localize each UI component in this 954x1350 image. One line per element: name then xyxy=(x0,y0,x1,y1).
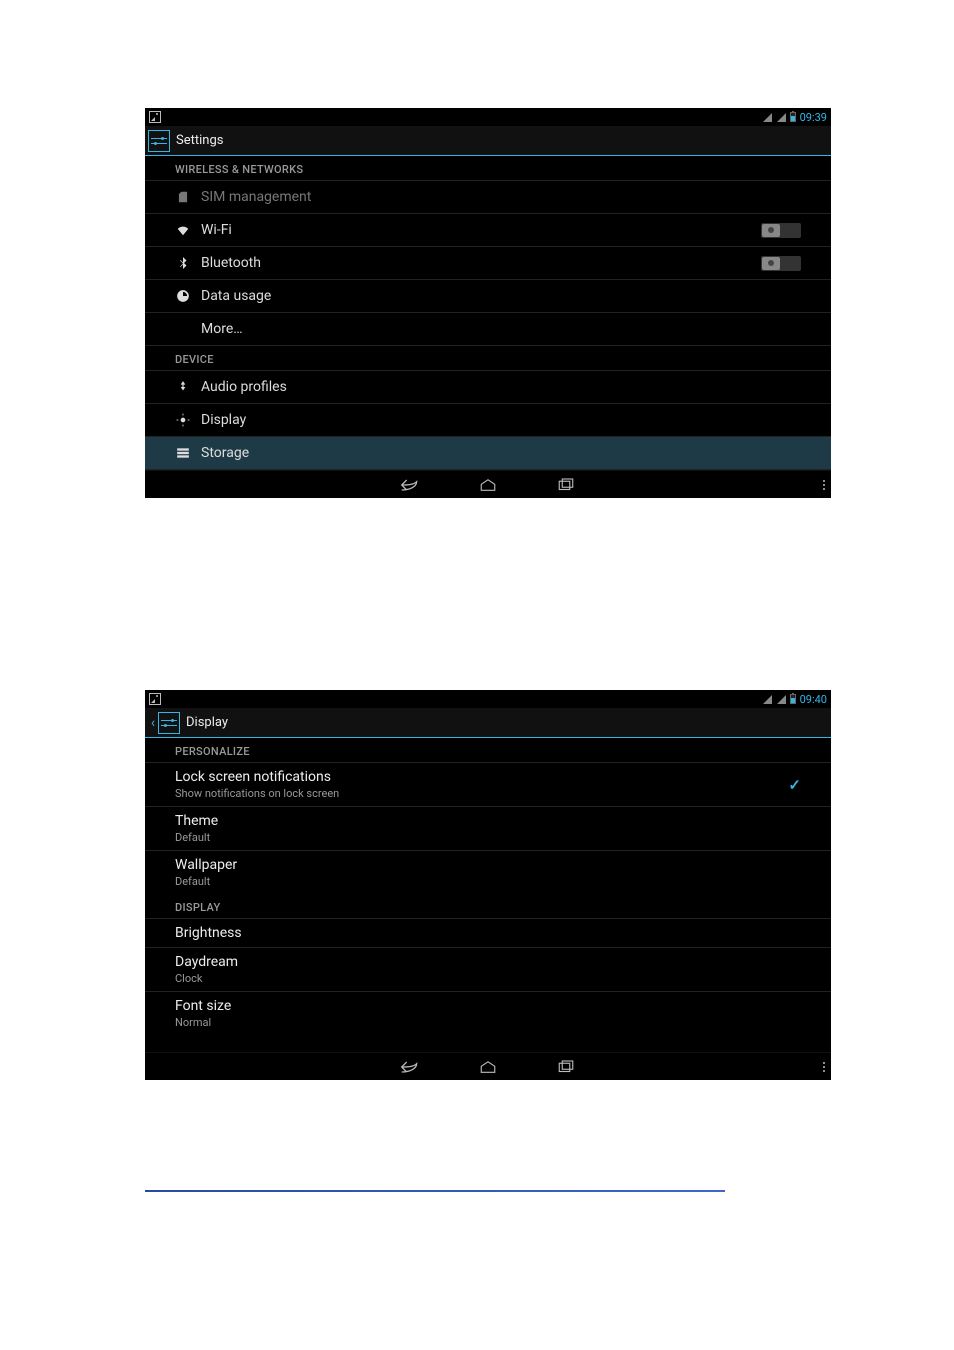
audio-icon xyxy=(175,379,191,395)
status-bar: 09:39 xyxy=(145,108,831,126)
signal-icon xyxy=(776,112,786,122)
home-button[interactable] xyxy=(477,477,499,493)
settings-screen: 09:39 Settings WIRELESS & NETWORKS SIM m… xyxy=(145,108,831,498)
signal-icon xyxy=(762,694,772,704)
home-button[interactable] xyxy=(477,1059,499,1075)
section-display: DISPLAY xyxy=(145,894,831,919)
row-more[interactable]: More… xyxy=(145,313,831,346)
storage-icon xyxy=(175,445,191,461)
display-icon xyxy=(175,412,191,428)
signal-icon xyxy=(776,694,786,704)
sim-icon xyxy=(175,189,191,205)
battery-icon xyxy=(790,694,796,704)
notification-icon xyxy=(149,111,161,123)
nav-bar xyxy=(145,1052,831,1080)
bluetooth-icon xyxy=(175,255,191,271)
row-brightness[interactable]: Brightness xyxy=(145,919,831,948)
row-audio-profiles[interactable]: Audio profiles xyxy=(145,371,831,404)
app-icon xyxy=(148,130,170,152)
app-icon xyxy=(158,712,180,734)
signal-icon xyxy=(762,112,772,122)
action-bar[interactable]: Settings xyxy=(145,126,831,156)
data-usage-icon xyxy=(175,288,191,304)
row-bluetooth[interactable]: Bluetooth xyxy=(145,247,831,280)
section-device: DEVICE xyxy=(145,346,831,371)
bluetooth-toggle[interactable] xyxy=(761,256,801,271)
wifi-toggle[interactable] xyxy=(761,223,801,238)
menu-button[interactable] xyxy=(823,480,825,490)
up-chevron-icon: ‹ xyxy=(148,715,158,731)
row-daydream[interactable]: Daydream Clock xyxy=(145,948,831,992)
recents-button[interactable] xyxy=(555,1059,577,1075)
status-clock: 09:39 xyxy=(800,111,827,124)
checkbox-checked-icon[interactable]: ✓ xyxy=(788,776,801,794)
row-sim-management[interactable]: SIM management xyxy=(145,181,831,214)
recents-button[interactable] xyxy=(555,477,577,493)
row-wifi[interactable]: Wi-Fi xyxy=(145,214,831,247)
display-screen: 09:40 ‹ Display PERSONALIZE Lock screen … xyxy=(145,690,831,1080)
back-button[interactable] xyxy=(399,477,421,493)
notification-icon xyxy=(149,693,161,705)
divider xyxy=(145,1190,725,1192)
row-lock-screen-notifications[interactable]: Lock screen notifications Show notificat… xyxy=(145,763,831,807)
action-bar[interactable]: ‹ Display xyxy=(145,708,831,738)
menu-button[interactable] xyxy=(823,1062,825,1072)
back-button[interactable] xyxy=(399,1059,421,1075)
row-font-size[interactable]: Font size Normal xyxy=(145,992,831,1035)
row-storage[interactable]: Storage xyxy=(145,437,831,470)
row-display[interactable]: Display xyxy=(145,404,831,437)
page-title: Settings xyxy=(176,133,223,148)
status-bar: 09:40 xyxy=(145,690,831,708)
section-wireless: WIRELESS & NETWORKS xyxy=(145,156,831,181)
section-personalize: PERSONALIZE xyxy=(145,738,831,763)
row-data-usage[interactable]: Data usage xyxy=(145,280,831,313)
battery-icon xyxy=(790,112,796,122)
settings-list: WIRELESS & NETWORKS SIM management Wi-Fi… xyxy=(145,156,831,470)
nav-bar xyxy=(145,470,831,498)
row-wallpaper[interactable]: Wallpaper Default xyxy=(145,851,831,894)
page-title: Display xyxy=(186,715,228,730)
status-clock: 09:40 xyxy=(800,693,827,706)
wifi-icon xyxy=(175,222,191,238)
row-theme[interactable]: Theme Default xyxy=(145,807,831,851)
display-list: PERSONALIZE Lock screen notifications Sh… xyxy=(145,738,831,1052)
